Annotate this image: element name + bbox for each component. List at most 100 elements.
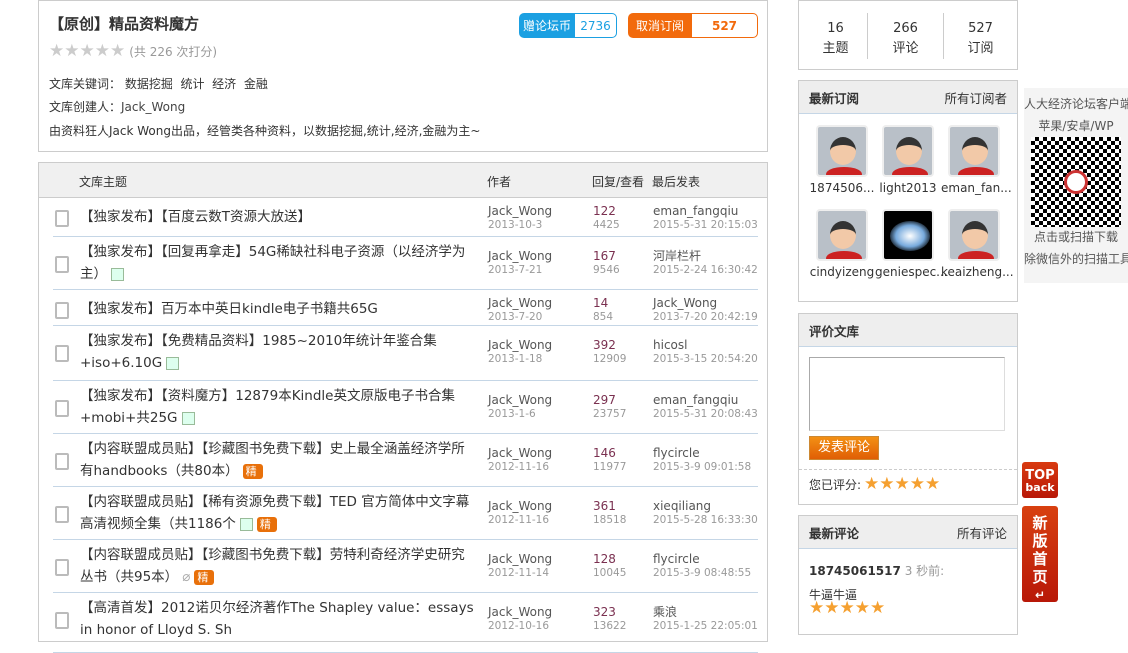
keyword[interactable]: 金融 [244,77,268,91]
library-header: 【原创】精品资料魔方 ★★★★★ (共 226 次打分) 文库关键词： 数据挖掘… [38,0,768,152]
review-box: 评价文库 发表评论 您已评分: ★★★★★ [798,313,1018,505]
page-title: 【原创】精品资料魔方 [49,15,200,33]
last-post-time: 2015-5-31 20:15:03 [653,219,758,231]
attachment-icon: ⌀ [182,569,191,585]
author-link[interactable]: Jack_Wong [488,499,552,513]
file-icon [55,612,69,629]
topic-link[interactable]: 【独家发布】【百度云数T资源大放送】 [80,209,311,225]
avatar[interactable] [816,209,868,261]
keyword[interactable]: 数据挖掘 [125,77,173,91]
header-topic: 文库主题 [79,175,128,189]
last-poster-link[interactable]: 乘浪 [653,605,758,619]
subscriber[interactable]: 1874506... [809,125,875,195]
table-row: 【内容联盟成员贴】【稀有资源免费下载】TED 官方简体中文字幕高清视频全集（共1… [53,487,758,540]
creator-link[interactable]: Jack_Wong [121,100,185,114]
topic-link[interactable]: 【内容联盟成员贴】【珍藏图书免费下载】劳特利奇经济学史研究丛书（共95本） [80,547,465,585]
avatar[interactable] [882,125,934,177]
new-homepage-button[interactable]: 新版首页 ↵ [1022,506,1058,602]
keyword[interactable]: 统计 [181,77,205,91]
reply-count: 128 [593,552,616,566]
avatar[interactable] [882,209,934,261]
new-homepage-label: 新版首页 [1032,514,1048,586]
topic-link[interactable]: 【内容联盟成员贴】【珍藏图书免费下载】史上最全涵盖经济学所有handbooks（… [80,441,465,479]
avatar[interactable] [816,125,868,177]
topic-link[interactable]: 【独家发布】【回复再拿走】54G稀缺社科电子资源（以经济学为主） [80,244,465,282]
author-link[interactable]: Jack_Wong [488,204,552,218]
file-icon [55,559,69,576]
stat-value: 527 [968,21,993,36]
subscriber-name[interactable]: eman_fan... [941,181,1012,195]
unsubscribe-button[interactable]: 取消订阅 527 [628,13,758,38]
last-post-time: 2015-2-24 16:30:42 [653,264,758,276]
avatar[interactable] [948,209,1000,261]
subscriber[interactable]: eman_fan... [941,125,1012,195]
author-link[interactable]: Jack_Wong [488,552,552,566]
rating: ★★★★★ (共 226 次打分) [49,43,217,60]
last-post-time: 2015-1-25 22:05:01 [653,620,758,632]
description: 由资料狂人Jack Wong出品，经管类各种资料，以数据挖掘,统计,经济,金融为… [49,124,481,138]
author-link[interactable]: Jack_Wong [488,446,552,460]
post-review-button[interactable]: 发表评论 [809,436,879,460]
last-poster-link[interactable]: flycircle [653,552,751,566]
review-textarea[interactable] [809,357,1005,431]
header-author: 作者 [487,175,512,189]
all-comments-link[interactable]: 所有评论 [957,523,1007,542]
donate-button[interactable]: 赠论坛币 2736 [519,13,617,38]
post-date: 2013-7-20 [488,311,543,323]
post-date: 2012-11-16 [488,514,550,526]
last-poster-link[interactable]: 河岸栏杆 [653,249,758,263]
author-link[interactable]: Jack_Wong [488,393,552,407]
topic-link[interactable]: 【高清首发】2012诺贝尔经济著作The Shapley value：essay… [80,600,474,638]
reply-count: 14 [593,296,609,310]
comment-user[interactable]: 18745061517 [809,564,901,578]
image-icon [181,411,195,425]
avatar[interactable] [948,125,1000,177]
last-poster-link[interactable]: eman_fangqiu [653,393,758,407]
topic-link[interactable]: 【独家发布】【免费精品资料】1985~2010年统计年鉴合集+iso+6.10G [80,333,437,371]
subscriber[interactable]: keaizheng... [941,209,1014,279]
subscriber-name[interactable]: 1874506... [809,181,875,195]
latest-subscribers: 最新订阅 所有订阅者 1874506... light2013 eman_fan...… [798,80,1018,302]
reply-count: 297 [593,393,616,407]
back-label: back [1025,481,1055,494]
keyword[interactable]: 经济 [212,77,236,91]
author-link[interactable]: Jack_Wong [488,605,552,619]
qr-code[interactable] [1031,137,1121,227]
subscriber-name[interactable]: light2013 [875,181,941,195]
back-to-top-button[interactable]: TOP back [1022,462,1058,498]
subscriber-name[interactable]: geniespec... [875,265,948,279]
promo-scan-note: 除微信外的扫描工具 [1024,252,1128,266]
all-subscribers-link[interactable]: 所有订阅者 [944,88,1007,107]
subscriber-name[interactable]: keaizheng... [941,265,1014,279]
reply-count: 122 [593,204,616,218]
last-poster-link[interactable]: xieqiliang [653,499,758,513]
image-icon [111,267,124,281]
rating-stars[interactable]: ★★★★★ [49,43,125,60]
subscriber[interactable]: cindyizeng [809,209,875,279]
rating-count: (共 226 次打分) [129,45,218,59]
author-link[interactable]: Jack_Wong [488,296,552,310]
author-link[interactable]: Jack_Wong [488,338,552,352]
donate-count: 2736 [575,14,616,37]
last-poster-link[interactable]: hicosl [653,338,758,352]
topic-link[interactable]: 【独家发布】【资料魔方】12879本Kindle英文原版电子书合集+mobi+共… [80,388,455,426]
author-link[interactable]: Jack_Wong [488,249,552,263]
reply-count: 167 [593,249,616,263]
stat-label: 主题 [822,41,849,56]
subscriber[interactable]: geniespec... [875,209,948,279]
topic-link[interactable]: 【独家发布】百万本中英日kindle电子书籍共65G [80,301,378,317]
section-title: 最新订阅 [809,90,860,106]
subscriber[interactable]: light2013 [875,125,941,195]
file-icon [55,506,69,523]
subscriber-name[interactable]: cindyizeng [809,265,875,279]
header-last-post: 最后发表 [652,175,701,189]
last-poster-link[interactable]: Jack_Wong [653,296,758,310]
rated-label: 您已评分: [809,478,862,492]
post-date: 2012-11-14 [488,567,550,579]
post-date: 2013-7-21 [488,264,543,276]
app-promo[interactable]: 人大经济论坛客户端 苹果/安卓/WP 点击或扫描下载 除微信外的扫描工具 [1024,88,1128,283]
last-poster-link[interactable]: flycircle [653,446,751,460]
reply-count: 323 [593,605,616,619]
last-poster-link[interactable]: eman_fangqiu [653,204,758,218]
promo-title: 人大经济论坛客户端 [1024,97,1128,111]
